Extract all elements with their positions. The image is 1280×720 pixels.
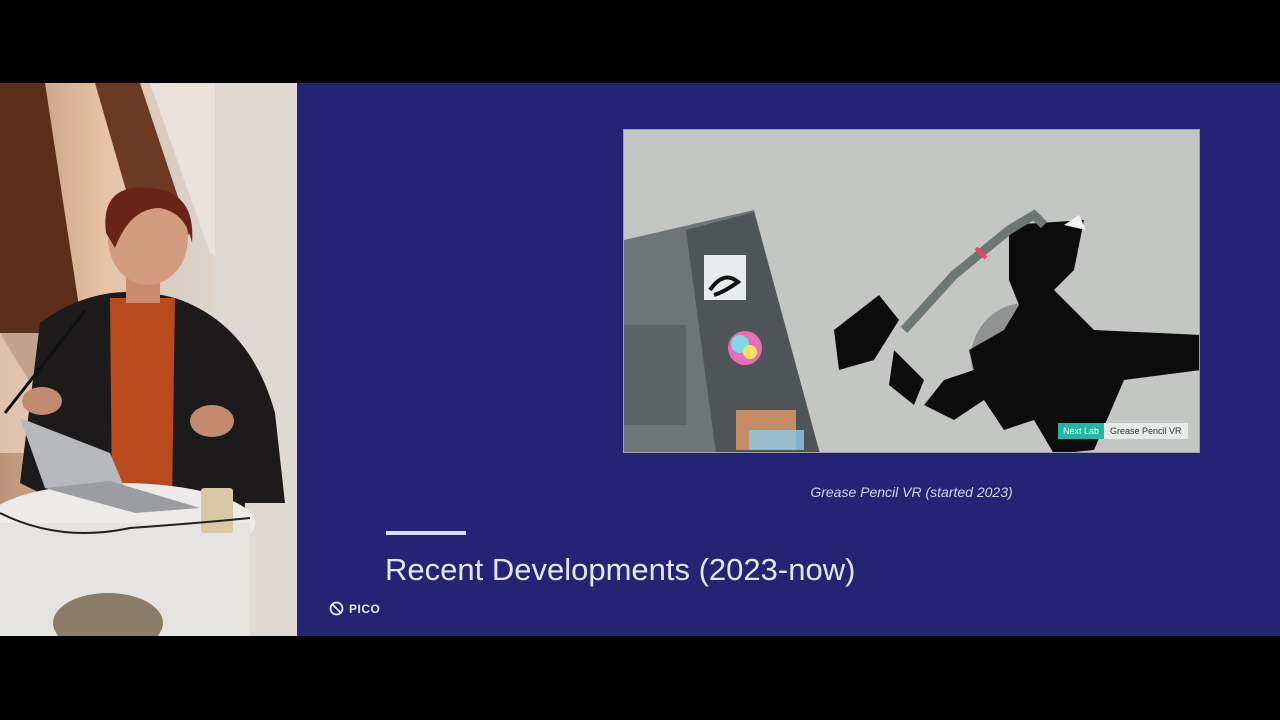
slide-title: Recent Developments (2023-now) — [385, 552, 856, 587]
demo-screenshot-tag: Next Lab Grease Pencil VR — [1058, 423, 1188, 439]
letterbox-bottom — [0, 636, 1280, 720]
brand-name: PICO — [349, 601, 381, 616]
title-rule — [386, 531, 466, 535]
brand-logo: PICO — [329, 601, 380, 616]
letterbox-top — [0, 0, 1280, 83]
next-lab-tag: Next Lab — [1058, 423, 1105, 439]
screenshot-caption: Grease Pencil VR (started 2023) — [810, 484, 1013, 500]
presenter-camera-feed — [0, 83, 297, 636]
demo-screenshot: Next Lab Grease Pencil VR — [623, 129, 1200, 453]
grease-pencil-vr-tag: Grease Pencil VR — [1104, 423, 1188, 439]
pico-logo-icon — [329, 601, 344, 616]
presentation-slide: Next Lab Grease Pencil VR Grease Pencil … — [297, 83, 1280, 636]
vr-drawing-illustration — [624, 209, 1199, 452]
presenter-illustration — [0, 83, 297, 636]
